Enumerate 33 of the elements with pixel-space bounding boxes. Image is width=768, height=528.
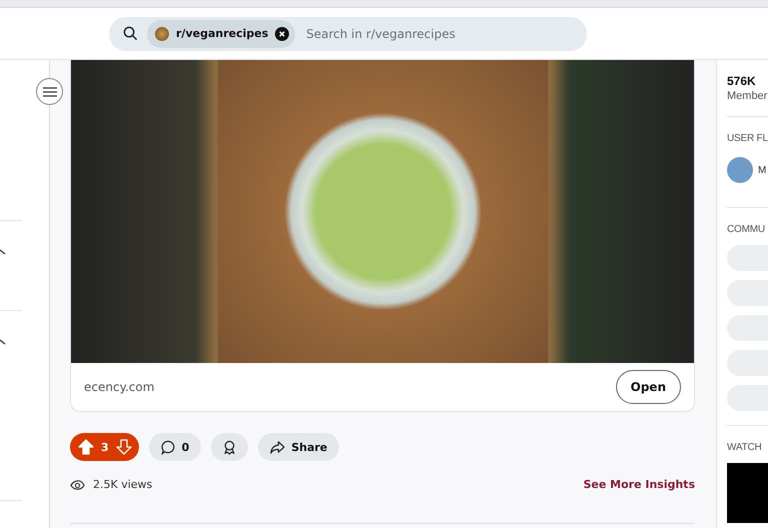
award-icon: [222, 440, 238, 454]
award-button[interactable]: [211, 433, 248, 461]
caret-icon[interactable]: [0, 339, 6, 345]
menu-icon: [42, 86, 56, 96]
member-count: 576K: [727, 74, 757, 88]
share-icon: [270, 440, 286, 454]
section-heading: COMMU: [727, 224, 766, 235]
open-button[interactable]: Open: [616, 370, 681, 404]
members-label: Member: [727, 90, 768, 102]
flair-name: M: [758, 164, 766, 176]
views-icon: [70, 477, 85, 492]
search-icon: [123, 26, 138, 41]
comments-button[interactable]: 0: [148, 433, 202, 461]
share-button[interactable]: Share: [258, 433, 340, 461]
comment-icon: [160, 440, 176, 454]
view-count: 2.5K views: [93, 478, 152, 491]
section-heading: WATCH: [727, 442, 763, 453]
search-field[interactable]: r/veganrecipes Search in r/veganrecipes: [109, 16, 587, 50]
community-avatar-icon: [155, 26, 169, 40]
community-chip[interactable]: r/veganrecipes: [147, 20, 296, 48]
vote-count: 3: [101, 440, 109, 454]
link-domain: ecency.com: [84, 380, 154, 394]
menu-button[interactable]: [36, 78, 63, 105]
see-more-insights-link[interactable]: See More Insights: [583, 478, 695, 491]
downvote-icon[interactable]: [116, 439, 132, 455]
flair-avatar: [727, 157, 753, 183]
upvote-icon[interactable]: [78, 439, 94, 455]
vote-control[interactable]: 3: [70, 433, 139, 461]
link-preview-card[interactable]: ecency.com Open: [70, 60, 695, 412]
caret-icon[interactable]: [0, 249, 6, 255]
community-name: r/veganrecipes: [176, 27, 268, 40]
clear-icon[interactable]: [275, 26, 290, 40]
section-heading: USER FL: [727, 133, 768, 144]
